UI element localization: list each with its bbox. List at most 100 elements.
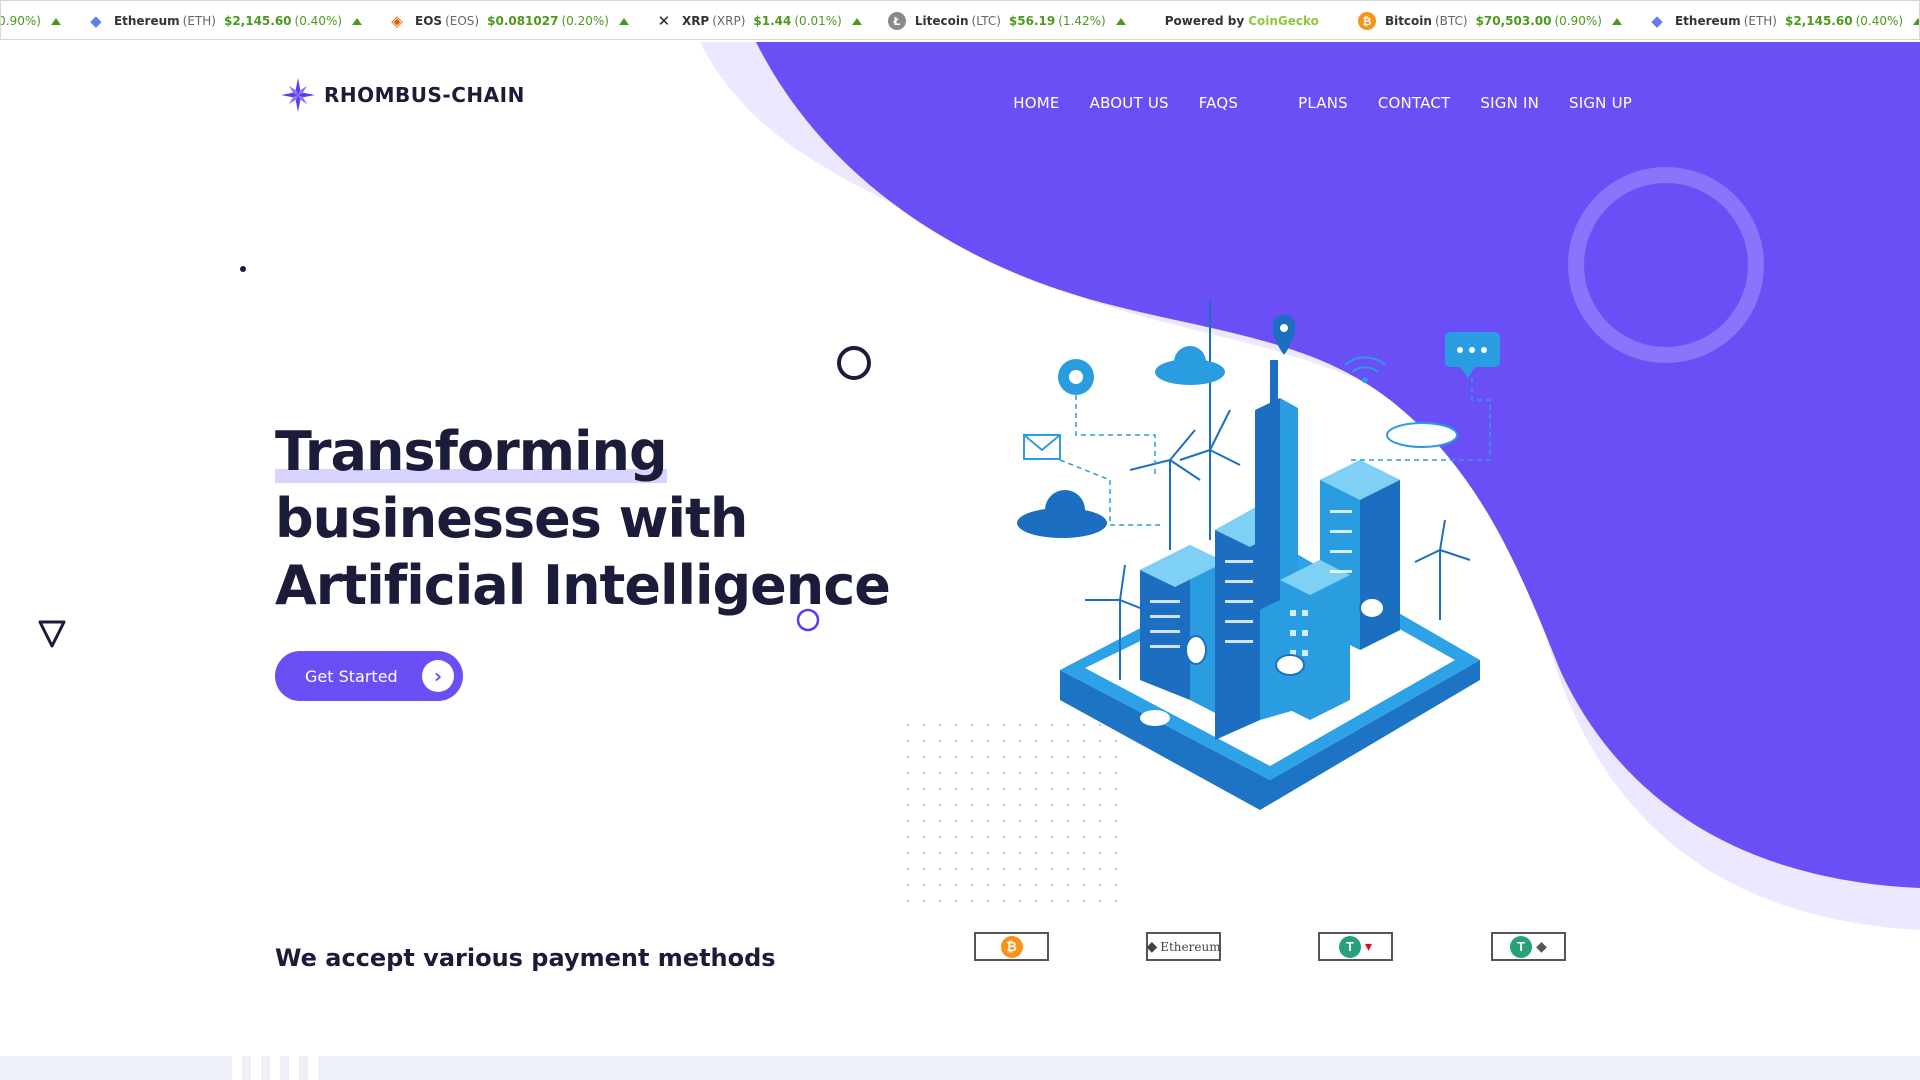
grid-dot xyxy=(906,899,910,903)
coin-symbol: (EOS) xyxy=(445,14,480,28)
ethereum-small-icon: ◆ xyxy=(1536,938,1547,954)
coin-name: EOS xyxy=(415,14,443,28)
grid-dot xyxy=(986,803,990,807)
grid-dot xyxy=(1066,835,1070,839)
smart-city-illustration xyxy=(1017,300,1500,810)
grid-dot xyxy=(922,723,926,727)
eos-icon: ◈ xyxy=(391,12,403,30)
payment-ethereum-badge: ◆ Ethereum xyxy=(1146,932,1221,961)
grid-dot xyxy=(970,819,974,823)
grid-dot xyxy=(1098,899,1102,903)
nav-contact[interactable]: CONTACT xyxy=(1378,94,1451,112)
coin-price: $2,145.60 xyxy=(1785,14,1853,28)
grid-dot xyxy=(1050,851,1054,855)
grid-dot xyxy=(922,883,926,887)
ticker-item: ₿ Bitcoin (BTC) $70,503.00 (0.90%) xyxy=(1345,1,1635,39)
get-started-label: Get Started xyxy=(305,666,398,686)
decorative-bars xyxy=(232,1056,327,1080)
coin-symbol: (LTC) xyxy=(971,14,1001,28)
grid-dot xyxy=(986,883,990,887)
nav-plans[interactable]: PLANS xyxy=(1298,94,1348,112)
grid-dot xyxy=(1018,867,1022,871)
grid-dot xyxy=(1018,835,1022,839)
grid-dot xyxy=(938,739,942,743)
grid-dot xyxy=(1114,851,1118,855)
coin-name: Ethereum xyxy=(113,14,180,28)
powered-by-coingecko[interactable]: Powered by CoinGecko xyxy=(1139,1,1345,39)
payment-bitcoin-badge: ₿ xyxy=(974,932,1049,961)
grid-dot xyxy=(1002,835,1006,839)
coin-name: Litecoin xyxy=(914,14,969,28)
grid-dot xyxy=(1066,883,1070,887)
grid-dot xyxy=(954,739,958,743)
grid-dot xyxy=(922,899,926,903)
hero-title-line-1: Transforming xyxy=(275,420,668,483)
nav-home[interactable]: HOME xyxy=(1013,94,1059,112)
grid-dot xyxy=(954,819,958,823)
grid-dot xyxy=(970,739,974,743)
grid-dot xyxy=(938,899,942,903)
coin-change: (0.01%) xyxy=(794,14,842,28)
nav-about-us[interactable]: ABOUT US xyxy=(1090,94,1169,112)
coingecko-link[interactable]: CoinGecko xyxy=(1248,14,1319,28)
coin-symbol: (ETH) xyxy=(182,14,216,28)
grid-dot xyxy=(1114,899,1118,903)
grid-dot xyxy=(1114,835,1118,839)
grid-dot xyxy=(906,803,910,807)
grid-dot xyxy=(954,867,958,871)
grid-dot xyxy=(986,755,990,759)
logo-star-icon xyxy=(281,78,315,112)
grid-dot xyxy=(938,883,942,887)
gear-icon xyxy=(1058,359,1094,395)
grid-dot xyxy=(922,755,926,759)
grid-dot xyxy=(1082,819,1086,823)
grid-dot xyxy=(1098,851,1102,855)
grid-dot xyxy=(954,883,958,887)
site-logo[interactable]: RHOMBUS-CHAIN xyxy=(280,77,525,113)
nav-faqs[interactable]: FAQS xyxy=(1199,94,1238,112)
grid-dot xyxy=(1034,899,1038,903)
grid-dot xyxy=(1018,851,1022,855)
grid-dot xyxy=(906,819,910,823)
ticker-item: ✕ XRP (XRP) $1.44 (0.01%) xyxy=(642,1,875,39)
grid-dot xyxy=(1018,899,1022,903)
wifi-icon xyxy=(1344,356,1386,383)
grid-dot xyxy=(1018,819,1022,823)
coin-price: $56.19 xyxy=(1008,14,1056,28)
ticker-item: ◆ Ethereum (ETH) $2,145.60 (0.40%) xyxy=(1635,1,1919,39)
nav-sign-up[interactable]: SIGN UP xyxy=(1569,94,1632,112)
grid-dot xyxy=(970,755,974,759)
grid-dot xyxy=(986,819,990,823)
ethereum-logo-icon: ◆ xyxy=(1146,938,1158,954)
get-started-button[interactable]: Get Started › xyxy=(275,651,463,701)
grid-dot xyxy=(954,723,958,727)
grid-dot xyxy=(938,819,942,823)
grid-dot xyxy=(1082,867,1086,871)
grid-dot xyxy=(954,899,958,903)
trend-up-arrow-icon xyxy=(1611,17,1622,25)
cloud-icon-3 xyxy=(1386,422,1458,448)
payment-tether-tron-badge: T ▾ xyxy=(1318,932,1393,961)
nav-sign-in[interactable]: SIGN IN xyxy=(1480,94,1539,112)
chevron-right-icon: › xyxy=(422,660,454,692)
grid-dot xyxy=(1114,819,1118,823)
ethereum-icon: ◆ xyxy=(90,12,102,30)
grid-dot xyxy=(938,755,942,759)
grid-dot xyxy=(1098,867,1102,871)
coin-price: $70,503.00 xyxy=(1475,14,1552,28)
grid-dot xyxy=(938,787,942,791)
grid-dot xyxy=(938,771,942,775)
grid-dot xyxy=(1114,883,1118,887)
grid-dot xyxy=(954,787,958,791)
grid-dot xyxy=(1050,819,1054,823)
grid-dot xyxy=(954,771,958,775)
grid-dot xyxy=(970,899,974,903)
grid-dot xyxy=(906,851,910,855)
coin-change: (0.40%) xyxy=(294,14,343,28)
grid-dot xyxy=(906,883,910,887)
coin-price: $0.081027 xyxy=(487,14,559,28)
grid-dot xyxy=(1034,883,1038,887)
tron-icon: ▾ xyxy=(1364,938,1373,954)
grid-dot xyxy=(922,771,926,775)
coin-change: (0.20%) xyxy=(561,14,609,28)
